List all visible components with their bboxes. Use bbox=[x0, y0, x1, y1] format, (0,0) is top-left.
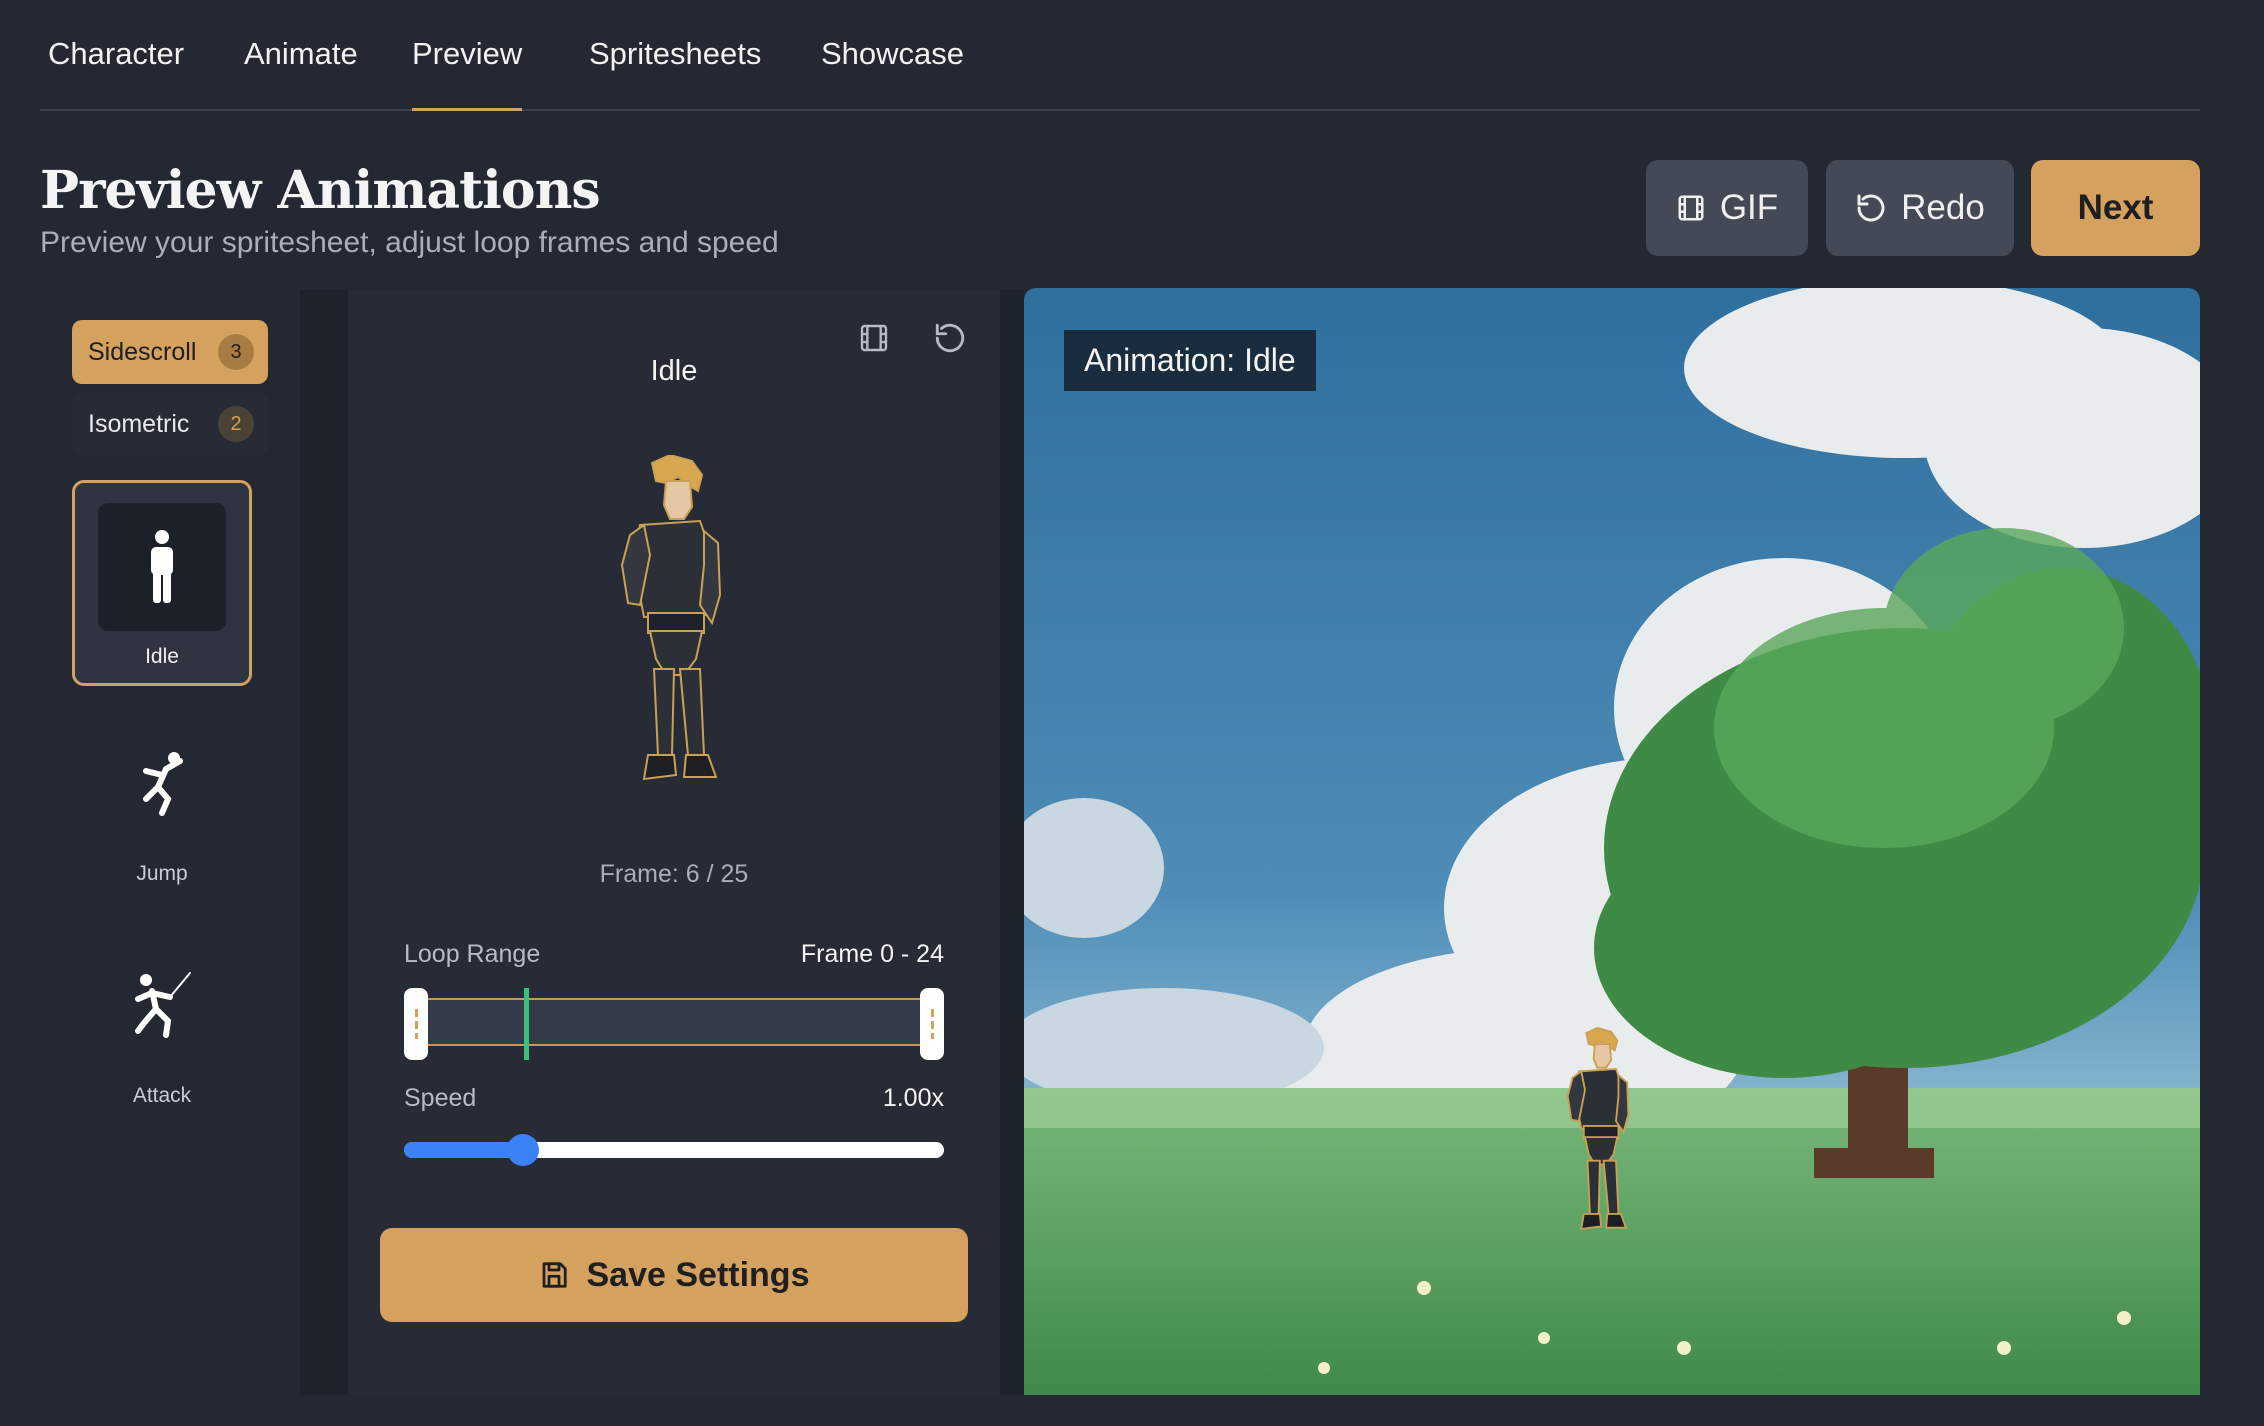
preview-animation-title: Idle bbox=[650, 355, 698, 387]
bottom-edge bbox=[0, 1395, 2264, 1426]
mode-sidescroll[interactable]: Sidescroll 3 bbox=[72, 320, 268, 384]
page-title: Preview Animations bbox=[40, 160, 601, 221]
save-icon bbox=[542, 1262, 567, 1288]
animation-thumb-attack bbox=[98, 942, 226, 1070]
loop-range-track[interactable] bbox=[414, 998, 938, 1046]
speed-slider-track[interactable] bbox=[404, 1142, 944, 1158]
speed-value: 1.00x bbox=[882, 1084, 944, 1112]
next-button-label: Next bbox=[2077, 188, 2154, 227]
animation-card-jump[interactable]: Jump bbox=[72, 700, 252, 906]
tab-spritesheets[interactable]: Spritesheets bbox=[589, 36, 761, 108]
tab-showcase[interactable]: Showcase bbox=[821, 36, 964, 108]
speed-label: Speed bbox=[404, 1084, 477, 1112]
person-jumping-icon bbox=[143, 752, 183, 816]
tab-character[interactable]: Character bbox=[48, 36, 184, 108]
film-toggle-button[interactable] bbox=[854, 318, 894, 358]
sidebar-divider bbox=[300, 290, 348, 1395]
mode-isometric-label: Isometric bbox=[88, 409, 190, 438]
animation-thumb-jump bbox=[98, 720, 226, 848]
gif-button[interactable]: GIF bbox=[1646, 160, 1808, 256]
animation-label-idle: Idle bbox=[145, 645, 179, 668]
frame-counter: Frame: 6 / 25 bbox=[599, 860, 749, 888]
animation-card-idle[interactable]: Idle bbox=[72, 480, 252, 686]
animation-tag: Animation: Idle bbox=[1064, 330, 1316, 391]
speed-slider-thumb[interactable] bbox=[506, 1134, 539, 1166]
save-settings-label: Save Settings bbox=[586, 1255, 810, 1294]
next-button[interactable]: Next bbox=[2031, 160, 2200, 256]
person-standing-icon bbox=[151, 530, 173, 603]
mode-isometric[interactable]: Isometric 2 bbox=[72, 392, 268, 456]
film-icon bbox=[860, 324, 888, 352]
animation-card-attack[interactable]: Attack bbox=[72, 922, 252, 1128]
person-fencing-icon bbox=[135, 972, 191, 1038]
animation-label-attack: Attack bbox=[132, 1084, 192, 1107]
character-sprite-preview bbox=[600, 453, 750, 800]
loop-range-label: Loop Range bbox=[404, 940, 541, 968]
tab-preview[interactable]: Preview bbox=[412, 36, 523, 111]
mode-sidescroll-count: 3 bbox=[218, 334, 254, 370]
frame-playhead bbox=[523, 988, 529, 1060]
tab-animate[interactable]: Animate bbox=[244, 36, 358, 108]
scene-preview bbox=[1024, 288, 2200, 1395]
loop-start-handle[interactable] bbox=[404, 988, 428, 1060]
reset-preview-button[interactable] bbox=[930, 318, 970, 358]
film-icon bbox=[1678, 195, 1704, 221]
panel-divider bbox=[1000, 290, 1024, 1395]
mode-sidescroll-label: Sidescroll bbox=[88, 337, 197, 366]
mode-isometric-count: 2 bbox=[218, 406, 254, 442]
redo-button[interactable]: Redo bbox=[1826, 160, 2014, 256]
animation-thumb-idle bbox=[98, 503, 226, 631]
redo-icon bbox=[935, 323, 965, 353]
loop-range-value: Frame 0 - 24 bbox=[800, 940, 944, 968]
speed-slider-fill bbox=[404, 1142, 523, 1158]
gif-button-label: GIF bbox=[1719, 188, 1779, 227]
top-tab-bar: Character Animate Preview Spritesheets S… bbox=[40, 0, 2200, 111]
redo-icon bbox=[1857, 194, 1885, 222]
animation-label-jump: Jump bbox=[136, 862, 188, 885]
save-settings-button[interactable]: Save Settings bbox=[380, 1228, 968, 1322]
loop-end-handle[interactable] bbox=[920, 988, 944, 1060]
page-subtitle: Preview your spritesheet, adjust loop fr… bbox=[40, 226, 779, 259]
redo-button-label: Redo bbox=[1901, 188, 1985, 227]
